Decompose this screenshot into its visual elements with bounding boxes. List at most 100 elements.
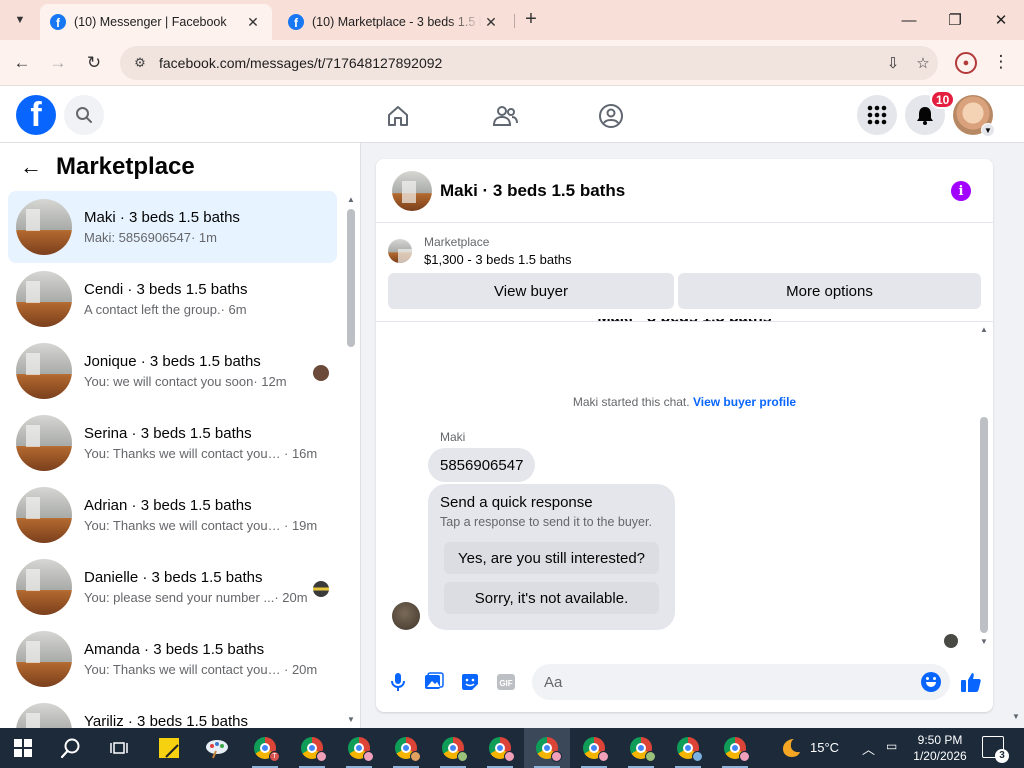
conversation-item[interactable]: Amanda · 3 beds 1.5 baths You: Thanks we… — [8, 623, 337, 695]
account-avatar[interactable]: ▼ — [953, 95, 995, 137]
more-options-button[interactable]: More options — [678, 273, 981, 309]
clock-date[interactable]: 1/20/2026 — [910, 749, 970, 763]
quick-reply-unavailable-button[interactable]: Sorry, it's not available. — [444, 582, 659, 614]
chat-title[interactable]: Maki · 3 beds 1.5 baths — [440, 181, 625, 201]
tab-messenger[interactable]: f (10) Messenger | Facebook ✕ — [40, 4, 272, 40]
chrome-profile-11[interactable] — [712, 728, 758, 768]
install-app-icon[interactable]: ⇩ — [878, 54, 908, 72]
sender-avatar[interactable] — [392, 602, 420, 630]
close-window-button[interactable]: ✕ — [978, 0, 1024, 40]
listing-thumbnail[interactable] — [392, 170, 432, 211]
listing-thumbnail — [16, 487, 72, 543]
sidebar-scrollbar[interactable]: ▲ ▼ — [345, 195, 357, 725]
tab-search-button[interactable]: ▼ — [8, 8, 32, 32]
sticker-button[interactable] — [457, 669, 483, 695]
conversation-snippet: You: Thanks we will contact you s... — [84, 662, 284, 677]
chrome-profile-3[interactable] — [336, 728, 382, 768]
view-buyer-button[interactable]: View buyer — [388, 273, 674, 309]
chrome-profile-6[interactable] — [477, 728, 523, 768]
minimize-button[interactable]: — — [886, 0, 932, 40]
show-hidden-icons-icon[interactable]: ︿ — [862, 739, 875, 758]
chrome-profile-7[interactable] — [524, 728, 570, 768]
facebook-logo-icon[interactable]: f — [16, 95, 56, 135]
conversation-time: · 20m — [284, 662, 318, 677]
restore-button[interactable]: ❐ — [932, 0, 978, 40]
chrome-profile-5[interactable] — [430, 728, 476, 768]
listing-thumbnail — [16, 415, 72, 471]
page-scroll-down-arrow-icon[interactable]: ▼ — [1012, 712, 1020, 721]
scrollbar-thumb[interactable] — [980, 417, 988, 633]
task-view-button[interactable] — [96, 728, 142, 768]
chrome-profile-1[interactable]: T — [242, 728, 288, 768]
conversation-item[interactable]: Yariliz · 3 beds 1.5 baths — [8, 695, 337, 728]
read-receipt-avatar — [313, 581, 329, 597]
chrome-profile-10[interactable] — [665, 728, 711, 768]
emoji-icon[interactable] — [921, 672, 941, 692]
scroll-down-arrow-icon[interactable]: ▼ — [980, 637, 988, 646]
view-buyer-profile-link[interactable]: View buyer profile — [693, 395, 796, 409]
back-button[interactable]: ← — [8, 49, 36, 77]
listing-thumbnail — [16, 343, 72, 399]
sticker-icon — [462, 674, 478, 690]
network-icon[interactable]: ▭ — [886, 739, 897, 753]
site-info-icon[interactable]: ⚙ — [124, 55, 156, 71]
address-bar[interactable]: ⚙ facebook.com/messages/t/71764812789209… — [120, 46, 938, 80]
listing-thumbnail — [16, 703, 72, 728]
scroll-up-arrow-icon[interactable]: ▲ — [980, 325, 988, 334]
conversation-item[interactable]: Cendi · 3 beds 1.5 baths A contact left … — [8, 263, 337, 335]
clock-time[interactable]: 9:50 PM — [912, 733, 968, 747]
chat-header: Maki · 3 beds 1.5 baths i — [376, 159, 993, 223]
like-button[interactable] — [958, 669, 984, 695]
conversation-name: Amanda · 3 beds 1.5 baths — [84, 641, 265, 658]
groups-nav-button[interactable] — [595, 100, 627, 132]
conversation-item[interactable]: Jonique · 3 beds 1.5 baths You: we will … — [8, 335, 337, 407]
new-tab-button[interactable]: + — [520, 8, 542, 32]
marketplace-listing[interactable]: Marketplace $1,300 - 3 beds 1.5 baths — [388, 235, 571, 267]
temperature-text[interactable]: 15°C — [810, 740, 839, 755]
paint-app[interactable] — [194, 728, 240, 768]
conversation-item[interactable]: Adrian · 3 beds 1.5 baths You: Thanks we… — [8, 479, 337, 551]
taskbar-search-button[interactable] — [48, 728, 94, 768]
windows-taskbar: T 15°C ︿ ▭ 9:50 PM 1/20/2026 3 — [0, 728, 1024, 768]
tab-marketplace[interactable]: f (10) Marketplace - 3 beds 1.5 baths ✕ — [278, 4, 510, 40]
sender-name: Maki — [440, 430, 466, 444]
info-icon[interactable]: i — [951, 181, 971, 201]
quick-reply-interested-button[interactable]: Yes, are you still interested? — [444, 542, 659, 574]
gif-button[interactable]: GIF — [493, 669, 519, 695]
forward-button[interactable]: → — [44, 49, 72, 77]
home-nav-button[interactable] — [382, 100, 414, 132]
chrome-icon — [442, 737, 468, 762]
close-tab-icon[interactable]: ✕ — [482, 14, 500, 31]
bookmark-star-icon[interactable]: ☆ — [908, 54, 938, 72]
message-bubble[interactable]: 5856906547 — [428, 448, 536, 482]
close-tab-icon[interactable]: ✕ — [244, 14, 262, 31]
start-button[interactable] — [0, 728, 46, 768]
scroll-up-arrow-icon[interactable]: ▲ — [347, 195, 355, 204]
chrome-profile-4[interactable] — [383, 728, 429, 768]
chrome-profile-2[interactable] — [289, 728, 335, 768]
conversation-item[interactable]: Serina · 3 beds 1.5 baths You: Thanks we… — [8, 407, 337, 479]
notification-center-icon[interactable]: 3 — [982, 736, 1009, 763]
conversation-item[interactable]: Danielle · 3 beds 1.5 baths You: please … — [8, 551, 337, 623]
friends-nav-button[interactable] — [489, 100, 521, 132]
message-input[interactable] — [532, 664, 950, 700]
menu-grid-button[interactable] — [857, 95, 897, 135]
chat-scrollbar[interactable]: ▲ ▼ — [978, 325, 990, 649]
scrollbar-thumb[interactable] — [347, 209, 355, 347]
browser-profile-icon[interactable]: ● — [955, 52, 977, 74]
chrome-icon — [301, 737, 327, 762]
url-text[interactable]: facebook.com/messages/t/717648127892092 — [159, 55, 878, 71]
reload-button[interactable]: ↻ — [80, 49, 108, 77]
chrome-profile-9[interactable] — [618, 728, 664, 768]
conversation-time: · 16m — [284, 446, 318, 461]
attach-photo-button[interactable] — [421, 669, 447, 695]
chrome-profile-8[interactable] — [571, 728, 617, 768]
sticky-notes-app[interactable] — [146, 728, 192, 768]
back-arrow-icon[interactable]: ← — [20, 154, 42, 180]
scroll-down-arrow-icon[interactable]: ▼ — [347, 715, 355, 724]
search-button[interactable] — [64, 95, 104, 135]
conversation-item[interactable]: Maki · 3 beds 1.5 baths Maki: 5856906547… — [8, 191, 337, 263]
browser-menu-icon[interactable]: ⋮ — [990, 52, 1012, 74]
weather-widget[interactable] — [768, 728, 814, 768]
voice-clip-button[interactable] — [385, 669, 411, 695]
